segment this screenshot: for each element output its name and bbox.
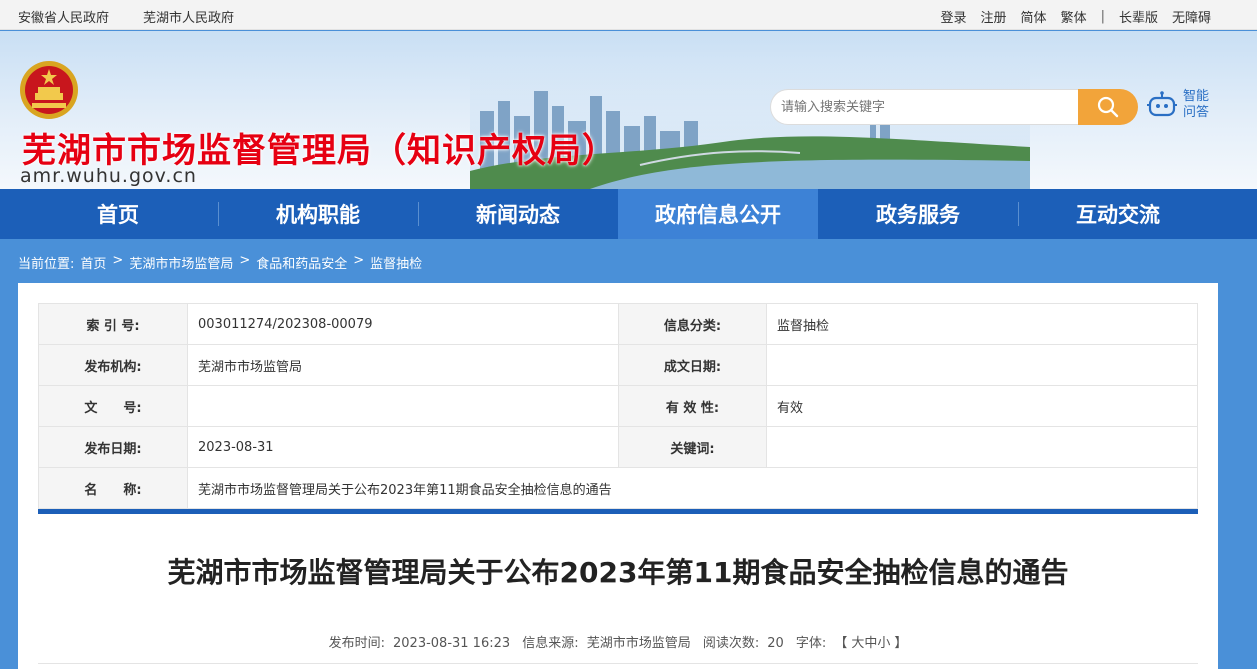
keywords-value [766, 426, 1198, 468]
breadcrumb-inspection[interactable]: 监督抽检 [370, 253, 422, 272]
national-emblem-icon [20, 61, 78, 119]
nav-functions[interactable]: 机构职能 [218, 189, 418, 239]
keywords-label: 关键词: [618, 426, 767, 468]
divider [38, 663, 1198, 664]
top-separator: | [1100, 9, 1105, 24]
doc-no-label: 文 号: [38, 385, 188, 427]
table-row: 文 号: 有 效 性: 有效 [38, 385, 1198, 427]
pub-date-value: 2023-08-31 [187, 426, 619, 468]
written-date-label: 成文日期: [618, 344, 767, 386]
category-value: 监督抽检 [766, 303, 1198, 345]
table-row: 发布机构: 芜湖市市场监管局 成文日期: [38, 344, 1198, 386]
traditional-link[interactable]: 繁体 [1061, 7, 1087, 26]
top-links-left: 安徽省人民政府 芜湖市人民政府 [18, 7, 234, 26]
search-button[interactable] [1078, 89, 1138, 125]
name-value: 芜湖市市场监督管理局关于公布2023年第11期食品安全抽检信息的通告 [187, 467, 1198, 509]
search-input[interactable] [770, 89, 1078, 125]
publisher-label: 发布机构: [38, 344, 188, 386]
breadcrumb: 当前位置: 首页 > 芜湖市市场监管局 > 食品和药品安全 > 监督抽检 [18, 253, 422, 272]
doc-no-value [187, 385, 619, 427]
info-table: 索 引 号: 003011274/202308-00079 信息分类: 监督抽检… [38, 303, 1198, 509]
name-label: 名 称: [38, 467, 188, 509]
breadcrumb-food-drug[interactable]: 食品和药品安全 [256, 253, 347, 272]
pub-date-label: 发布日期: [38, 426, 188, 468]
font-medium-button[interactable]: 中 [864, 636, 877, 651]
nav-services[interactable]: 政务服务 [818, 189, 1018, 239]
index-label: 索 引 号: [38, 303, 188, 345]
written-date-value [766, 344, 1198, 386]
font-small-button[interactable]: 小 [877, 636, 890, 651]
link-wuhu-gov[interactable]: 芜湖市人民政府 [143, 7, 234, 26]
site-header: 芜湖市市场监督管理局（知识产权局） amr.wuhu.gov.cn 智能问答 [0, 31, 1257, 189]
top-bar: 安徽省人民政府 芜湖市人民政府 登录 注册 简体 繁体 | 长辈版 无障碍 [0, 0, 1257, 30]
font-size-label: 字体: [795, 636, 827, 651]
publisher-value: 芜湖市市场监管局 [187, 344, 619, 386]
breadcrumb-label: 当前位置: [18, 257, 75, 272]
breadcrumb-arrow: > [239, 253, 251, 268]
accessibility-link[interactable]: 无障碍 [1172, 7, 1211, 26]
views-count: 20 [767, 636, 784, 651]
breadcrumb-arrow: > [353, 253, 365, 268]
login-link[interactable]: 登录 [941, 7, 967, 26]
divider [38, 509, 1198, 514]
robot-icon [1147, 91, 1177, 117]
validity-value: 有效 [766, 385, 1198, 427]
font-bracket-open: 【 [834, 636, 848, 651]
article-meta: 发布时间: 2023-08-31 16:23 信息来源: 芜湖市市场监管局 阅读次数… [18, 632, 1218, 651]
source: 芜湖市市场监管局 [586, 636, 691, 651]
category-label: 信息分类: [618, 303, 767, 345]
search-icon [1097, 96, 1119, 118]
validity-label: 有 效 性: [618, 385, 767, 427]
nav-home[interactable]: 首页 [18, 189, 218, 239]
table-row: 发布日期: 2023-08-31 关键词: [38, 426, 1198, 468]
link-anhui-gov[interactable]: 安徽省人民政府 [18, 7, 109, 26]
index-value: 003011274/202308-00079 [187, 303, 619, 345]
publish-time-label: 发布时间: [328, 636, 385, 651]
elder-mode-link[interactable]: 长辈版 [1119, 7, 1158, 26]
register-link[interactable]: 注册 [981, 7, 1007, 26]
publish-time: 2023-08-31 16:23 [393, 636, 511, 651]
ai-qa-label: 智能问答 [1183, 89, 1210, 120]
simplified-link[interactable]: 简体 [1021, 7, 1047, 26]
source-label: 信息来源: [522, 636, 579, 651]
article-title: 芜湖市市场监督管理局关于公布2023年第11期食品安全抽检信息的通告 [167, 556, 1069, 589]
nav-interaction[interactable]: 互动交流 [1018, 189, 1218, 239]
nav-news[interactable]: 新闻动态 [418, 189, 618, 239]
main-nav: 首页 机构职能 新闻动态 政府信息公开 政务服务 互动交流 [0, 189, 1257, 239]
breadcrumb-home[interactable]: 首页 [80, 253, 106, 272]
breadcrumb-arrow: > [112, 253, 124, 268]
nav-gov-info[interactable]: 政府信息公开 [618, 189, 818, 239]
main-content: 索 引 号: 003011274/202308-00079 信息分类: 监督抽检… [18, 283, 1218, 669]
top-links-right: 登录 注册 简体 繁体 | 长辈版 无障碍 [941, 7, 1211, 26]
ai-qa-button[interactable]: 智能问答 [1147, 89, 1213, 121]
font-large-button[interactable]: 大 [851, 636, 864, 651]
views-label: 阅读次数: [702, 636, 760, 651]
site-domain: amr.wuhu.gov.cn [20, 165, 197, 187]
breadcrumb-bureau[interactable]: 芜湖市市场监管局 [129, 253, 233, 272]
table-row: 索 引 号: 003011274/202308-00079 信息分类: 监督抽检 [38, 303, 1198, 345]
font-bracket-close: 】 [894, 636, 908, 651]
table-row: 名 称: 芜湖市市场监督管理局关于公布2023年第11期食品安全抽检信息的通告 [38, 467, 1198, 509]
